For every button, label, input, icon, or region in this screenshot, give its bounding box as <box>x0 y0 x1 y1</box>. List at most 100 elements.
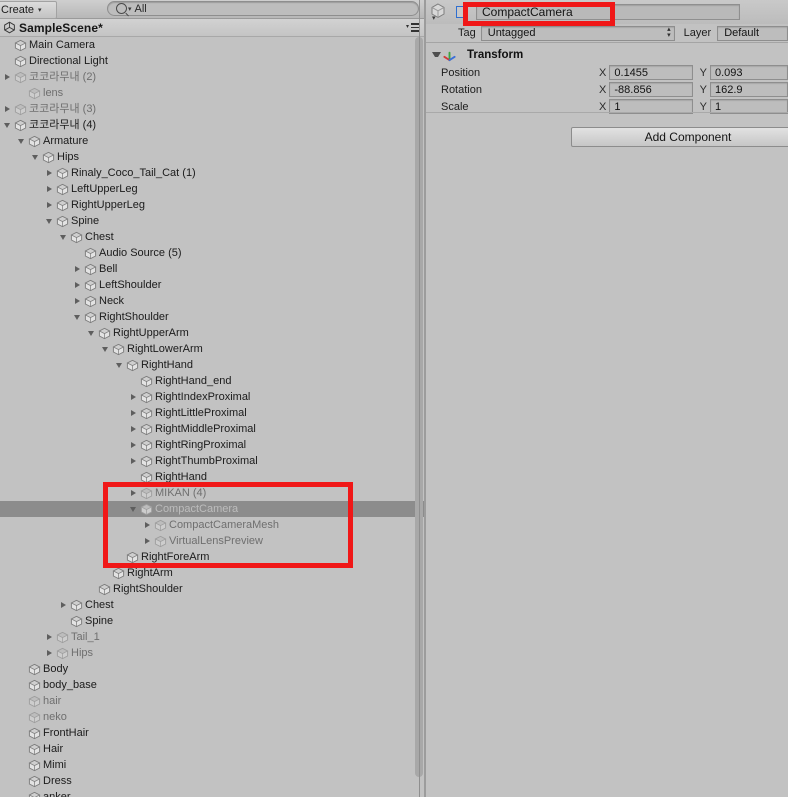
hierarchy-tree[interactable]: Main Camera Directional Light 코코라무내 (2) len… <box>0 37 426 797</box>
hierarchy-row-rightindexproximal[interactable]: RightIndexProximal <box>0 389 426 405</box>
expand-arrow-icon[interactable] <box>142 517 154 533</box>
chevron-down-icon[interactable] <box>432 52 441 57</box>
hierarchy-row-rightshoulder[interactable]: RightShoulder <box>0 581 426 597</box>
hierarchy-row-mimi[interactable]: Mimi <box>0 757 426 773</box>
hierarchy-row-rightthumbproximal[interactable]: RightThumbProximal <box>0 453 426 469</box>
expand-arrow-icon[interactable] <box>128 405 140 421</box>
collapse-arrow-icon[interactable] <box>72 309 84 325</box>
hierarchy-row-rightlittleproximal[interactable]: RightLittleProximal <box>0 405 426 421</box>
hierarchy-row-rightlowerarm[interactable]: RightLowerArm <box>0 341 426 357</box>
collapse-arrow-icon[interactable] <box>128 501 140 517</box>
hierarchy-row-virtuallenspreview[interactable]: VirtualLensPreview <box>0 533 426 549</box>
transform-component-header[interactable]: Transform <box>426 46 788 63</box>
expand-arrow-icon[interactable] <box>128 485 140 501</box>
hierarchy-row-hair[interactable]: Hair <box>0 741 426 757</box>
hierarchy-row-armature[interactable]: Armature <box>0 133 426 149</box>
hierarchy-row-rightforearm[interactable]: RightForeArm <box>0 549 426 565</box>
hierarchy-row-rightringproximal[interactable]: RightRingProximal <box>0 437 426 453</box>
expand-arrow-icon[interactable] <box>142 533 154 549</box>
hierarchy-row-rightmiddleproximal[interactable]: RightMiddleProximal <box>0 421 426 437</box>
hierarchy-row-compactcamera[interactable]: CompactCamera <box>0 501 426 517</box>
gameobject-cube-icon <box>14 71 27 83</box>
object-name-field[interactable]: CompactCamera <box>476 4 740 20</box>
layer-dropdown[interactable]: Default <box>717 25 788 41</box>
hierarchy-row-2[interactable]: 코코라무내 (2) <box>0 69 426 85</box>
expand-arrow-icon[interactable] <box>128 453 140 469</box>
hierarchy-row-chest[interactable]: Chest <box>0 229 426 245</box>
transform-rotation-x-input[interactable]: -88.856 <box>609 82 693 97</box>
hierarchy-row-label: Chest <box>85 231 114 243</box>
hierarchy-row-bell[interactable]: Bell <box>0 261 426 277</box>
hierarchy-row-leftshoulder[interactable]: LeftShoulder <box>0 277 426 293</box>
hierarchy-row-righthand-end[interactable]: RightHand_end <box>0 373 426 389</box>
hierarchy-row-anker[interactable]: anker <box>0 789 426 797</box>
gameobject-active-checkbox[interactable] <box>456 6 468 18</box>
gameobject-cube-icon <box>112 567 125 579</box>
expand-arrow-icon[interactable] <box>128 389 140 405</box>
hierarchy-row-rightarm[interactable]: RightArm <box>0 565 426 581</box>
hierarchy-row-neko[interactable]: neko <box>0 709 426 725</box>
expand-arrow-icon[interactable] <box>72 293 84 309</box>
hierarchy-row-chest[interactable]: Chest <box>0 597 426 613</box>
hierarchy-row-rightshoulder[interactable]: RightShoulder <box>0 309 426 325</box>
scene-header-row[interactable]: SampleScene* ▾ <box>0 19 426 37</box>
hierarchy-row-mikan-4[interactable]: MIKAN (4) <box>0 485 426 501</box>
transform-position-y-input[interactable]: 0.093 <box>710 65 788 80</box>
gameobject-cube-icon <box>112 343 125 355</box>
hierarchy-row-tail-1[interactable]: Tail_1 <box>0 629 426 645</box>
expand-arrow-icon[interactable] <box>58 597 70 613</box>
collapse-arrow-icon[interactable] <box>44 213 56 229</box>
collapse-arrow-icon[interactable] <box>100 341 112 357</box>
expand-arrow-icon[interactable] <box>128 421 140 437</box>
expand-arrow-icon[interactable] <box>72 261 84 277</box>
hierarchy-row-leftupperleg[interactable]: LeftUpperLeg <box>0 181 426 197</box>
hierarchy-row-3[interactable]: 코코라무내 (3) <box>0 101 426 117</box>
expand-arrow-icon[interactable] <box>44 629 56 645</box>
expand-arrow-icon[interactable] <box>128 437 140 453</box>
expand-arrow-icon[interactable] <box>72 277 84 293</box>
hierarchy-row-righthand[interactable]: RightHand <box>0 357 426 373</box>
hierarchy-row-fronthair[interactable]: FrontHair <box>0 725 426 741</box>
transform-row-label: Rotation <box>441 83 482 96</box>
hierarchy-row-neck[interactable]: Neck <box>0 293 426 309</box>
gameobject-cube-icon <box>56 631 69 643</box>
collapse-arrow-icon[interactable] <box>2 117 14 133</box>
hierarchy-row-rightupperleg[interactable]: RightUpperLeg <box>0 197 426 213</box>
expand-arrow-icon[interactable] <box>44 197 56 213</box>
expand-arrow-icon[interactable] <box>2 69 14 85</box>
hierarchy-row-label: body_base <box>43 679 97 691</box>
scene-context-menu-button[interactable]: ▾ <box>406 23 420 32</box>
hierarchy-row-directional-light[interactable]: Directional Light <box>0 53 426 69</box>
hierarchy-row-rightupperarm[interactable]: RightUpperArm <box>0 325 426 341</box>
expand-arrow-icon[interactable] <box>2 101 14 117</box>
expand-arrow-icon[interactable] <box>44 181 56 197</box>
hierarchy-row-hips[interactable]: Hips <box>0 149 426 165</box>
hierarchy-row-righthand[interactable]: RightHand <box>0 469 426 485</box>
hierarchy-row-lens[interactable]: lens <box>0 85 426 101</box>
hierarchy-row-main-camera[interactable]: Main Camera <box>0 37 426 53</box>
collapse-arrow-icon[interactable] <box>86 325 98 341</box>
hierarchy-row-compactcameramesh[interactable]: CompactCameraMesh <box>0 517 426 533</box>
hierarchy-row-4[interactable]: 코코라무내 (4) <box>0 117 426 133</box>
collapse-arrow-icon[interactable] <box>114 357 126 373</box>
hierarchy-row-body-base[interactable]: body_base <box>0 677 426 693</box>
collapse-arrow-icon[interactable] <box>30 149 42 165</box>
add-component-button[interactable]: Add Component <box>571 127 788 147</box>
hierarchy-row-hair[interactable]: hair <box>0 693 426 709</box>
transform-rotation-y-input[interactable]: 162.9 <box>710 82 788 97</box>
hierarchy-row-body[interactable]: Body <box>0 661 426 677</box>
expand-arrow-icon[interactable] <box>44 645 56 661</box>
transform-position-x-input[interactable]: 0.1455 <box>609 65 693 80</box>
hierarchy-row-audio-source-5[interactable]: Audio Source (5) <box>0 245 426 261</box>
hierarchy-row-dress[interactable]: Dress <box>0 773 426 789</box>
hierarchy-row-hips[interactable]: Hips <box>0 645 426 661</box>
search-input[interactable]: ▾ All <box>107 1 419 16</box>
collapse-arrow-icon[interactable] <box>16 133 28 149</box>
hierarchy-row-spine[interactable]: Spine <box>0 613 426 629</box>
expand-arrow-icon[interactable] <box>44 165 56 181</box>
tag-dropdown[interactable]: Untagged ▴ ▾ <box>480 25 675 41</box>
collapse-arrow-icon[interactable] <box>58 229 70 245</box>
hierarchy-row-spine[interactable]: Spine <box>0 213 426 229</box>
hierarchy-row-rinaly-coco-tail-cat-1[interactable]: Rinaly_Coco_Tail_Cat (1) <box>0 165 426 181</box>
create-button[interactable]: Create ▾ <box>0 1 57 19</box>
